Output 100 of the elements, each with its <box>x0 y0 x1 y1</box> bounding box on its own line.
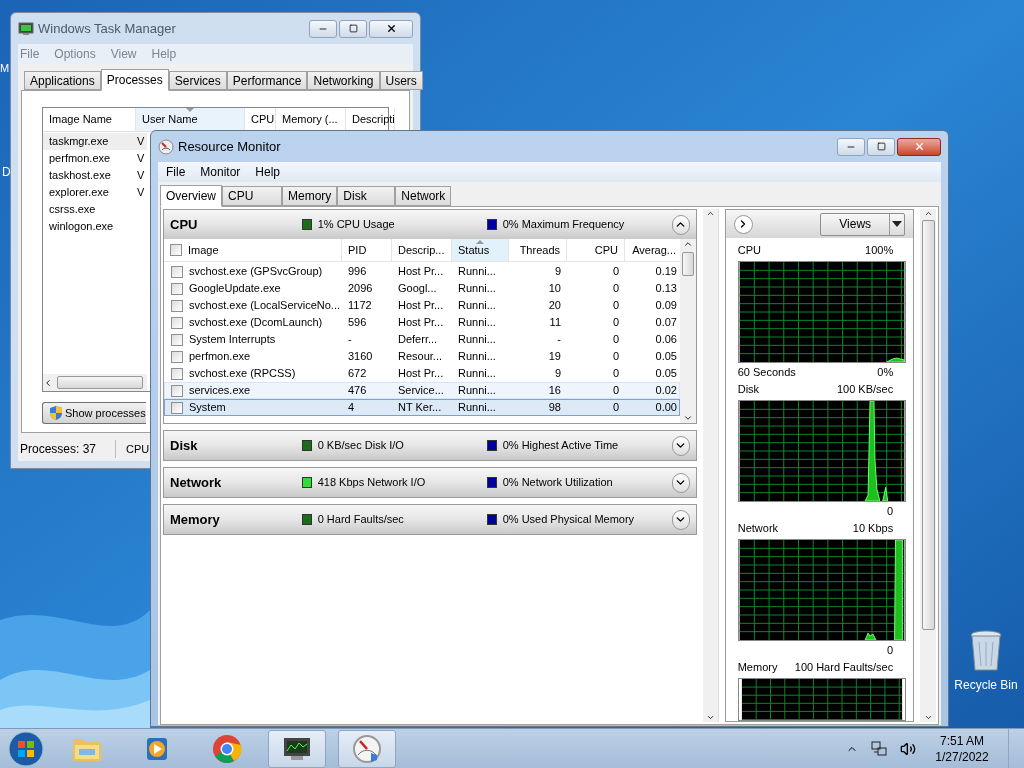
table-cell-text: Runni... <box>458 366 496 382</box>
minimize-button[interactable] <box>309 19 337 38</box>
clock[interactable]: 7:51 AM 1/27/2022 <box>928 732 996 765</box>
scrollbar-thumb[interactable] <box>921 220 935 630</box>
tab[interactable]: Applications <box>24 71 101 90</box>
process-row[interactable]: svchost.exe (DcomLaunch) 596 Host Pr... Runni... 11 0 0.07 <box>164 314 681 331</box>
process-name: winlogon.exe <box>48 219 115 235</box>
scrollbar-thumb[interactable] <box>682 252 694 276</box>
column-header[interactable]: CPU <box>567 239 625 261</box>
tab[interactable]: Performance <box>226 71 308 90</box>
scroll-up-icon[interactable] <box>923 209 933 218</box>
tab[interactable]: Users <box>379 71 423 90</box>
column-header[interactable]: Threads <box>509 239 567 261</box>
process-row[interactable]: System 4 NT Ker... Runni... 98 0 0.00 <box>164 399 681 416</box>
column-header[interactable]: Status <box>452 239 509 261</box>
table-cell-text: 0 <box>612 400 619 416</box>
network-icon[interactable] <box>870 739 888 758</box>
table-cell-text: Runni... <box>458 400 496 416</box>
process-row[interactable]: taskhost.exe V <box>43 167 147 184</box>
scroll-down-icon[interactable] <box>705 713 715 722</box>
scroll-down-icon[interactable] <box>683 413 693 423</box>
close-button[interactable] <box>897 137 941 156</box>
column-header[interactable]: Image <box>164 239 342 261</box>
graph-title: Network <box>737 520 779 536</box>
checkbox[interactable] <box>171 350 183 363</box>
expand-button[interactable] <box>671 472 690 493</box>
horizontal-scrollbar[interactable] <box>43 374 147 391</box>
taskbar-button[interactable] <box>268 729 326 768</box>
process-row[interactable]: perfmon.exe 3160 Resour... Runni... 19 0 0.05 <box>164 348 681 365</box>
menu-item[interactable]: Monitor <box>200 163 241 181</box>
collapse-button[interactable] <box>671 214 690 235</box>
graph-min-label: 0% <box>877 364 894 380</box>
process-row[interactable]: svchost.exe (RPCSS) 672 Host Pr... Runni... 9 0 0.05 <box>164 365 681 382</box>
start-button[interactable] <box>6 729 46 768</box>
minimize-button[interactable] <box>837 137 865 156</box>
tab[interactable]: CPU <box>222 186 282 206</box>
column-header[interactable]: User Name <box>136 108 245 131</box>
checkbox[interactable] <box>170 244 182 256</box>
section-header[interactable]: Memory 0 Hard Faults/sec 0% Used Physical Memory <box>164 505 696 534</box>
table-cell-text: 9 <box>554 366 561 382</box>
vertical-scrollbar[interactable] <box>920 209 936 722</box>
graph-title: Disk <box>737 381 760 397</box>
tab[interactable]: Disk <box>337 186 396 206</box>
tab[interactable]: Networking <box>307 71 380 90</box>
table-cell-text: Deferr... <box>398 332 438 348</box>
scroll-up-icon[interactable] <box>705 209 715 218</box>
maximize-button[interactable] <box>867 137 895 156</box>
process-row[interactable]: GoogleUpdate.exe 2096 Googl... Runni... 10 0 0.13 <box>164 280 681 297</box>
close-button[interactable] <box>369 19 413 38</box>
section-header[interactable]: Disk 0 KB/sec Disk I/O 0% Highest Active Time <box>164 431 696 460</box>
checkbox[interactable] <box>171 282 183 295</box>
process-row[interactable]: taskmgr.exe V <box>43 133 147 150</box>
sort-arrow-icon <box>476 240 484 244</box>
scroll-down-icon[interactable] <box>923 713 933 722</box>
process-row[interactable]: svchost.exe (GPSvcGroup) 996 Host Pr... Runni... 9 0 0.19 <box>164 263 681 280</box>
section-header[interactable]: CPU 1% CPU Usage 0% Maximum Frequency <box>164 210 696 239</box>
tab[interactable]: Memory <box>282 186 338 206</box>
process-row[interactable]: perfmon.exe V <box>43 150 147 167</box>
process-name: taskmgr.exe <box>48 134 110 150</box>
recycle-bin[interactable]: Recycle Bin <box>951 630 1021 694</box>
checkbox[interactable] <box>171 316 183 329</box>
expand-button[interactable] <box>671 435 690 456</box>
maximize-button[interactable] <box>339 19 367 38</box>
metric-label: 0 KB/sec Disk I/O <box>317 438 404 454</box>
table-cell-text: services.exe <box>189 383 251 399</box>
show-processes-button[interactable]: Show processes <box>42 402 146 424</box>
process-row[interactable]: System Interrupts - Deferr... Runni... - 0 0.06 <box>164 331 681 348</box>
process-row[interactable]: winlogon.exe <box>43 218 147 235</box>
checkbox[interactable] <box>171 265 183 278</box>
volume-icon[interactable] <box>900 740 916 757</box>
section-header[interactable]: Network 418 Kbps Network I/O 0% Network Utilization <box>164 468 696 497</box>
column-header[interactable]: PID <box>342 239 392 261</box>
vertical-scrollbar[interactable] <box>680 239 696 423</box>
process-row[interactable]: services.exe 476 Service... Runni... 16 0 0.02 <box>164 382 681 399</box>
sort-arrow-icon <box>186 108 194 112</box>
vertical-scrollbar[interactable] <box>702 209 719 722</box>
checkbox[interactable] <box>171 384 183 397</box>
scrollbar-thumb[interactable] <box>57 376 143 389</box>
tab[interactable]: Services <box>168 71 227 90</box>
scroll-up-icon[interactable] <box>683 239 693 249</box>
tab[interactable]: Overview <box>160 185 222 207</box>
process-row[interactable]: csrss.exe <box>43 201 147 218</box>
menu-item[interactable]: Help <box>255 163 281 181</box>
process-row[interactable]: svchost.exe (LocalServiceNo... 1172 Host Pr... Runni... 20 0 0.09 <box>164 297 681 314</box>
process-row[interactable]: explorer.exe V <box>43 184 147 201</box>
table-cell-text: 0 <box>612 315 619 331</box>
checkbox[interactable] <box>171 299 183 312</box>
table-cell-text: Resour... <box>398 349 443 365</box>
menu-item[interactable]: File <box>166 163 186 181</box>
checkbox[interactable] <box>171 367 183 380</box>
tab[interactable]: Network <box>395 186 452 206</box>
scroll-left-icon[interactable] <box>43 377 53 388</box>
expand-button[interactable] <box>671 509 690 530</box>
table-cell-text: 0.00 <box>655 400 677 416</box>
checkbox[interactable] <box>171 333 183 346</box>
section-title: CPU <box>170 215 199 234</box>
tab[interactable]: Processes <box>100 69 169 91</box>
checkbox[interactable] <box>171 401 183 414</box>
expand-panel-button[interactable] <box>733 214 753 234</box>
views-button[interactable]: Views <box>820 212 906 236</box>
